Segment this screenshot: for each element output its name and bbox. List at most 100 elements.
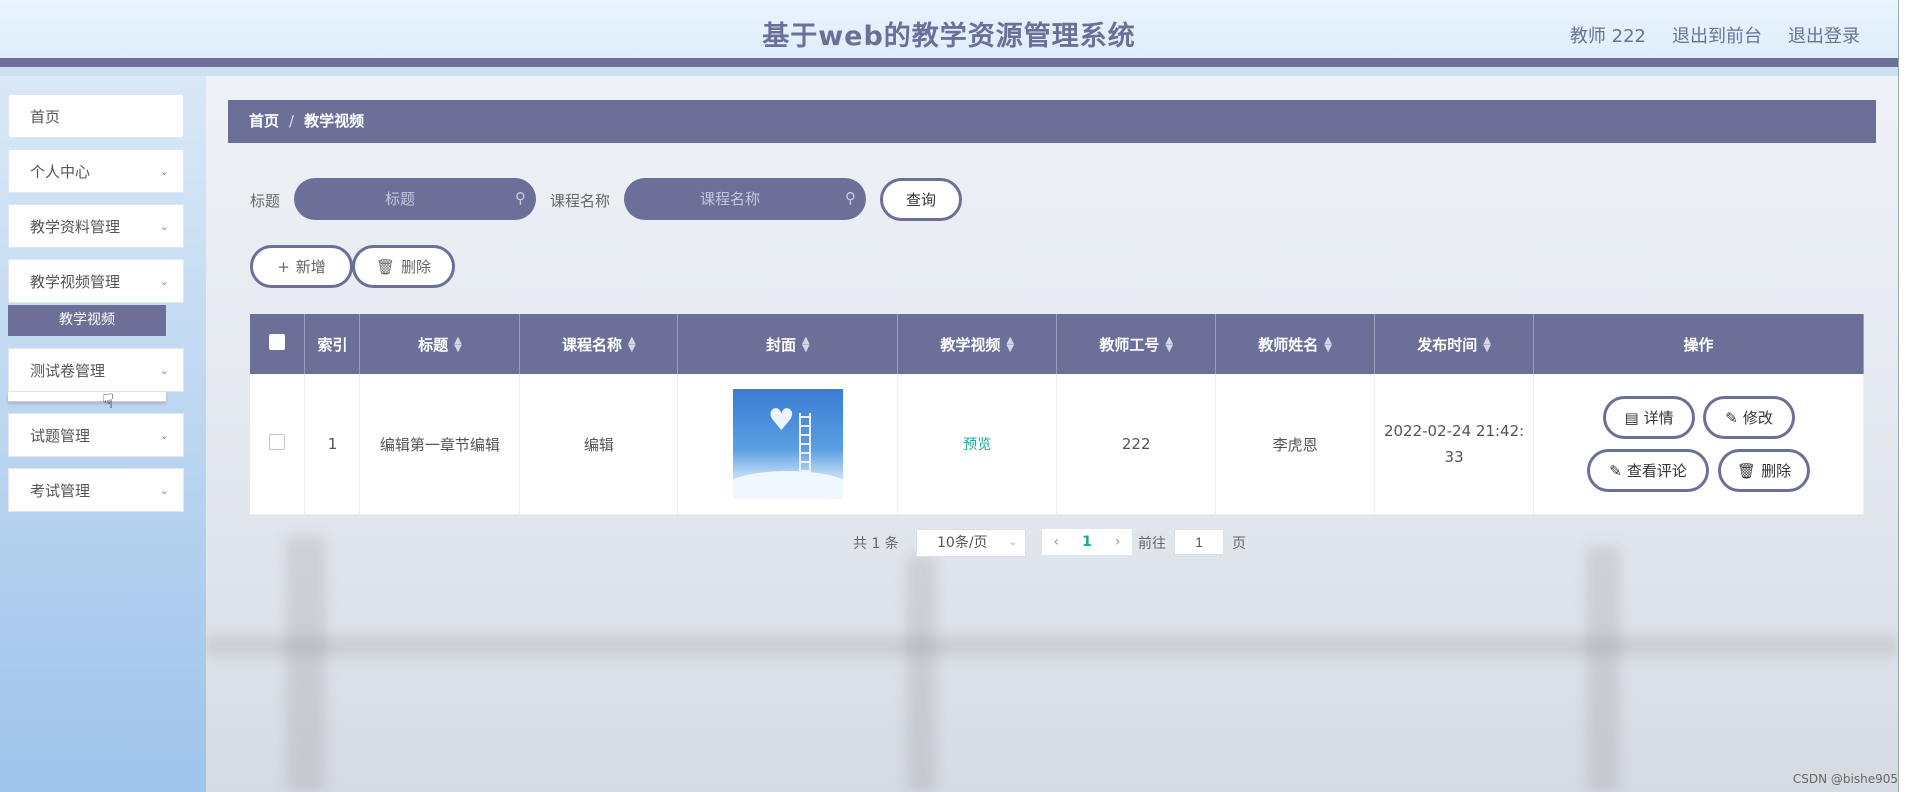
cover-image[interactable]: ♥ bbox=[732, 389, 843, 499]
row-select-cell bbox=[250, 374, 306, 515]
sidebar-item-label: 首页 bbox=[30, 108, 61, 126]
sort-icon[interactable]: ▲ ▼ bbox=[628, 336, 636, 354]
sidebar-item-home[interactable]: 首页 bbox=[8, 94, 184, 138]
table-header-row: 索引 标题 ▲ ▼ 课程名称 ▲ ▼ 封面 ▲ ▼ 教学视频 ▲ ▼ 教师工号 ▲ ▼ 教师姓名 ▲ ▼… bbox=[250, 314, 1864, 374]
background-decor bbox=[286, 536, 326, 792]
sort-icon[interactable]: ▲ ▼ bbox=[1483, 336, 1491, 354]
title-search-input[interactable] bbox=[294, 178, 536, 220]
search-icon: ⚲ bbox=[845, 189, 856, 207]
row-delete-button[interactable]: 🗑 删除 bbox=[1718, 449, 1811, 492]
page-size-select[interactable]: 10条/页 ⌄ bbox=[916, 529, 1026, 557]
select-all-cell bbox=[250, 314, 306, 374]
teacher-id-cell: 222 bbox=[1056, 374, 1217, 515]
video-preview-link[interactable]: 预览 bbox=[963, 437, 991, 453]
page-size-value: 10条/页 bbox=[937, 535, 988, 551]
sort-icon[interactable]: ▲ ▼ bbox=[1165, 336, 1173, 354]
pointer-cursor-icon: ☟ bbox=[102, 389, 115, 413]
sidebar-item-personal-center[interactable]: 个人中心 ⌄ bbox=[8, 149, 184, 193]
breadcrumb-separator: / bbox=[289, 112, 295, 130]
detail-button[interactable]: ▤ 详情 bbox=[1603, 396, 1696, 439]
sidebar-item-questions[interactable]: 试题管理 ⌄ bbox=[8, 413, 184, 457]
breadcrumb: 首页 / 教学视频 bbox=[228, 100, 1876, 143]
title-search-box: ⚲ bbox=[294, 178, 536, 220]
cover-cell: ♥ bbox=[677, 374, 899, 515]
top-header: 基于web的教学资源管理系统 教师 222 退出到前台 退出登录 bbox=[0, 0, 1898, 67]
page-navigator: ‹ 1 › bbox=[1042, 529, 1132, 555]
column-header[interactable]: 发布时间 ▲ ▼ bbox=[1374, 314, 1535, 374]
edit-button[interactable]: ✎ 修改 bbox=[1703, 396, 1796, 439]
index-cell: 1 bbox=[304, 374, 361, 515]
sidebar-item-videos[interactable]: 教学视频管理 ⌄ bbox=[8, 259, 184, 303]
add-button[interactable]: + 新增 bbox=[250, 245, 353, 288]
batch-delete-button[interactable]: 🗑 删除 bbox=[352, 245, 455, 288]
page-suffix-label: 页 bbox=[1232, 536, 1246, 552]
title-cell: 编辑第一章节编辑 bbox=[359, 374, 521, 515]
sidebar-subitem-videos[interactable]: 教学视频 bbox=[8, 305, 166, 336]
logout-link[interactable]: 退出登录 bbox=[1788, 22, 1860, 48]
cloud-graphic bbox=[732, 471, 843, 499]
column-header[interactable]: 封面 ▲ ▼ bbox=[677, 314, 899, 374]
column-header[interactable]: 教学视频 ▲ ▼ bbox=[897, 314, 1058, 374]
course-filter-label: 课程名称 bbox=[550, 192, 611, 210]
view-comments-button[interactable]: ✎ 查看评论 bbox=[1587, 449, 1710, 492]
select-all-checkbox[interactable] bbox=[269, 334, 286, 350]
publish-time-part: 2022-02-24 21:42: bbox=[1383, 422, 1525, 440]
column-header[interactable]: 教师姓名 ▲ ▼ bbox=[1215, 314, 1376, 374]
chevron-left-icon[interactable]: ‹ bbox=[1054, 534, 1060, 550]
window-edge bbox=[1898, 0, 1906, 792]
detail-button-label: 详情 bbox=[1643, 409, 1674, 427]
chevron-down-icon: ⌄ bbox=[159, 220, 169, 233]
column-header[interactable]: 课程名称 ▲ ▼ bbox=[519, 314, 679, 374]
chevron-right-icon[interactable]: › bbox=[1115, 534, 1121, 550]
back-to-front-link[interactable]: 退出到前台 bbox=[1672, 22, 1762, 48]
operations-cell: ▤ 详情 ✎ 修改 ✎ 查看评论 🗑 删除 bbox=[1533, 374, 1864, 515]
video-table: 索引 标题 ▲ ▼ 课程名称 ▲ ▼ 封面 ▲ ▼ 教学视频 ▲ ▼ 教师工号 ▲ ▼ 教师姓名 ▲ ▼… bbox=[250, 314, 1864, 515]
query-button[interactable]: 查询 bbox=[880, 178, 962, 221]
column-header[interactable]: 标题 ▲ ▼ bbox=[359, 314, 521, 374]
view-comments-button-label: 查看评论 bbox=[1626, 462, 1687, 480]
sort-icon[interactable]: ▲ ▼ bbox=[802, 336, 810, 354]
column-header[interactable]: 教师工号 ▲ ▼ bbox=[1056, 314, 1217, 374]
row-checkbox[interactable] bbox=[269, 434, 286, 450]
sort-icon[interactable]: ▲ ▼ bbox=[1324, 336, 1332, 354]
publish-time-part: 33 bbox=[1444, 448, 1464, 466]
current-user: 教师 222 bbox=[1569, 26, 1646, 47]
plus-icon: + bbox=[277, 257, 290, 276]
background-decor bbox=[1586, 546, 1620, 792]
document-icon: ▤ bbox=[1624, 408, 1639, 427]
course-search-input[interactable] bbox=[624, 178, 866, 220]
sidebar-item-exams[interactable]: 考试管理 ⌄ bbox=[8, 468, 184, 512]
chevron-down-icon: ⌄ bbox=[1008, 537, 1017, 548]
sort-icon[interactable]: ▲ ▼ bbox=[454, 336, 462, 354]
header-links: 教师 222 退出到前台 退出登录 bbox=[1570, 22, 1860, 48]
sidebar-item-materials[interactable]: 教学资料管理 ⌄ bbox=[8, 204, 184, 248]
operations-group: ▤ 详情 ✎ 修改 ✎ 查看评论 🗑 删除 bbox=[1534, 374, 1863, 514]
sidebar-item-label: 个人中心 bbox=[30, 163, 91, 181]
chevron-down-icon: ⌄ bbox=[159, 364, 169, 377]
current-page[interactable]: 1 bbox=[1082, 534, 1092, 550]
sidebar-item-label: 试题管理 bbox=[30, 427, 91, 445]
edit-icon: ✎ bbox=[1725, 408, 1738, 427]
column-header: 索引 bbox=[304, 314, 361, 374]
sidebar-item-label: 考试管理 bbox=[30, 482, 91, 500]
chevron-down-icon: ⌄ bbox=[159, 275, 169, 288]
breadcrumb-home[interactable]: 首页 bbox=[249, 112, 279, 130]
watermark: CSDN @bishe905 bbox=[1792, 772, 1898, 786]
sidebar-item-label: 测试卷管理 bbox=[30, 362, 106, 380]
sort-icon[interactable]: ▲ ▼ bbox=[1006, 336, 1014, 354]
chevron-down-icon: ⌄ bbox=[159, 165, 169, 178]
chevron-down-icon: ⌄ bbox=[159, 484, 169, 497]
breadcrumb-current: 教学视频 bbox=[304, 112, 365, 130]
edit-icon: ✎ bbox=[1609, 461, 1622, 480]
sidebar-item-label: 教学视频管理 bbox=[30, 273, 121, 291]
table-row: 1 编辑第一章节编辑 编辑 ♥ 预览 222 李虎恩 2022-02-24 21… bbox=[250, 374, 1864, 515]
sidebar-item-test-papers[interactable]: 测试卷管理 ⌄ bbox=[8, 348, 184, 392]
dropdown-panel bbox=[8, 392, 166, 402]
goto-page-input[interactable] bbox=[1174, 529, 1224, 555]
course-cell: 编辑 bbox=[519, 374, 679, 515]
title-filter-label: 标题 bbox=[250, 192, 281, 210]
background-decor bbox=[206, 636, 1898, 656]
total-count: 共 1 条 bbox=[853, 536, 899, 552]
sidebar-item-label: 教学资料管理 bbox=[30, 218, 121, 236]
background-decor bbox=[906, 556, 936, 792]
